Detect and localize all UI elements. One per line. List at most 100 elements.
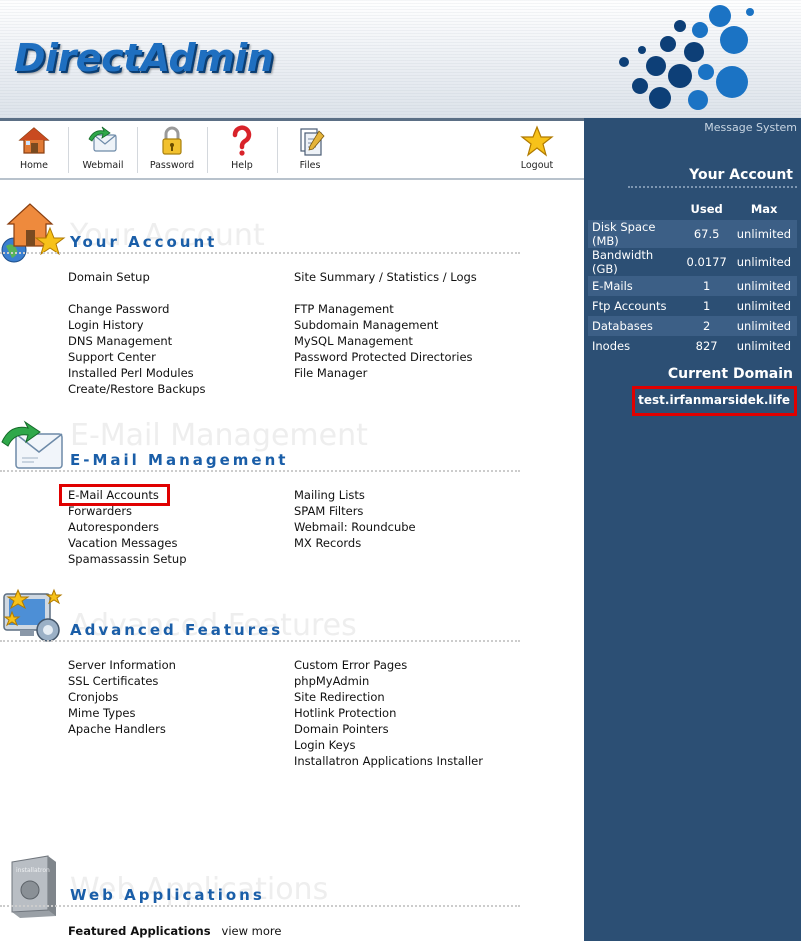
usage-used: 0.0177 (686, 255, 727, 269)
custom-error-pages-link[interactable]: Custom Error Pages (294, 657, 483, 673)
view-more-link[interactable]: view more (222, 924, 282, 938)
usage-label: Disk Space (MB) (588, 220, 682, 248)
webmail-label: Webmail (82, 160, 124, 171)
question-icon (232, 125, 252, 156)
message-system-link[interactable]: Message System (704, 121, 797, 134)
apache-handlers-link[interactable]: Apache Handlers (68, 721, 176, 737)
usage-row: Bandwidth (GB) 0.0177 unlimited (588, 248, 797, 276)
usage-max: unlimited (736, 299, 791, 313)
logout-button[interactable]: Logout (503, 125, 571, 179)
advanced-features-title: Advanced Features (70, 621, 284, 639)
usage-header-row: Used Max (588, 198, 797, 220)
autoresponders-link[interactable]: Autoresponders (68, 519, 187, 535)
advanced-right-links: Custom Error Pages phpMyAdmin Site Redir… (294, 657, 483, 769)
directadmin-logo: DirectAdmin (14, 36, 274, 80)
used-header: Used (690, 202, 723, 216)
usage-max: unlimited (731, 220, 797, 248)
backups-link[interactable]: Create/Restore Backups (68, 381, 206, 397)
featured-applications-row: Featured Applications view more (68, 924, 281, 938)
monitor-tools-icon (3, 588, 63, 642)
your-account-title: Your Account (70, 233, 218, 251)
files-label: Files (299, 160, 321, 171)
star-icon (520, 125, 554, 157)
support-center-link[interactable]: Support Center (68, 349, 206, 365)
home-button[interactable]: Home (0, 125, 68, 179)
section-divider (0, 905, 520, 907)
mime-types-link[interactable]: Mime Types (68, 705, 176, 721)
mysql-management-link[interactable]: MySQL Management (294, 333, 477, 349)
change-password-link[interactable]: Change Password (68, 301, 206, 317)
section-divider (0, 252, 520, 254)
usage-label: Ftp Accounts (592, 299, 667, 313)
usage-used: 2 (682, 316, 732, 336)
installatron-link[interactable]: Installatron Applications Installer (294, 753, 483, 769)
subdomain-management-link[interactable]: Subdomain Management (294, 317, 477, 333)
email-accounts-highlight-box (59, 484, 170, 506)
ssl-certificates-link[interactable]: SSL Certificates (68, 673, 176, 689)
password-label: Password (149, 160, 195, 171)
your-account-left-links: Domain Setup Change Password Login Histo… (68, 269, 206, 397)
your-account-right-links: Site Summary / Statistics / Logs FTP Man… (294, 269, 477, 381)
webmail-button[interactable]: Webmail (69, 125, 137, 179)
mailing-lists-link[interactable]: Mailing Lists (294, 487, 416, 503)
spamassassin-setup-link[interactable]: Spamassassin Setup (68, 551, 187, 567)
usage-label: Bandwidth (GB) (592, 248, 654, 276)
usage-max: unlimited (736, 255, 791, 269)
featured-applications-label: Featured Applications (68, 924, 211, 938)
usage-row: Databases 2 unlimited (588, 316, 797, 336)
phpmyadmin-link[interactable]: phpMyAdmin (294, 673, 483, 689)
installatron-box-text: installatron (16, 867, 50, 874)
link-spacer (294, 285, 477, 301)
ftp-management-link[interactable]: FTP Management (294, 301, 477, 317)
help-button[interactable]: Help (208, 125, 276, 179)
files-button[interactable]: Files (276, 125, 344, 179)
usage-used: 1 (682, 276, 732, 296)
password-protected-dirs-link[interactable]: Password Protected Directories (294, 349, 477, 365)
site-redirection-link[interactable]: Site Redirection (294, 689, 483, 705)
logout-label: Logout (520, 160, 554, 171)
padlock-icon (162, 126, 182, 155)
usage-row: Ftp Accounts 1 unlimited (588, 296, 797, 316)
email-ghost-title: E-Mail Management (70, 418, 368, 453)
usage-label: Inodes (592, 339, 631, 353)
house-globe-icon (1, 203, 66, 263)
email-right-links: Mailing Lists SPAM Filters Webmail: Roun… (294, 487, 416, 551)
usage-max: unlimited (736, 339, 791, 353)
sidebar-your-account-title: Your Account (689, 167, 793, 183)
house-icon (18, 127, 50, 154)
login-history-link[interactable]: Login History (68, 317, 206, 333)
usage-used: 1 (702, 299, 711, 313)
dns-management-link[interactable]: DNS Management (68, 333, 206, 349)
cronjobs-link[interactable]: Cronjobs (68, 689, 176, 705)
current-domain-link[interactable]: test.irfanmarsidek.life (632, 386, 797, 416)
domain-pointers-link[interactable]: Domain Pointers (294, 721, 483, 737)
main-toolbar: Home Webmail Password Help Files Logout (0, 118, 584, 180)
hotlink-protection-link[interactable]: Hotlink Protection (294, 705, 483, 721)
login-keys-link[interactable]: Login Keys (294, 737, 483, 753)
site-summary-link[interactable]: Site Summary / Statistics / Logs (294, 269, 477, 285)
home-label: Home (19, 160, 49, 171)
max-header: Max (750, 202, 778, 216)
usage-used: 827 (695, 339, 718, 353)
usage-row: E-Mails 1 unlimited (588, 276, 797, 296)
section-divider (0, 470, 520, 472)
help-label: Help (231, 160, 253, 171)
usage-max: unlimited (731, 316, 797, 336)
domain-setup-link[interactable]: Domain Setup (68, 269, 206, 285)
installatron-box-icon: installatron (11, 855, 56, 918)
header-banner: DirectAdmin (0, 0, 801, 118)
account-sidebar: Message System Your Account Used Max Dis… (584, 118, 801, 941)
vacation-messages-link[interactable]: Vacation Messages (68, 535, 187, 551)
password-button[interactable]: Password (138, 125, 206, 179)
server-information-link[interactable]: Server Information (68, 657, 176, 673)
spam-filters-link[interactable]: SPAM Filters (294, 503, 416, 519)
usage-label: Databases (588, 316, 682, 336)
current-domain-title: Current Domain (667, 366, 793, 382)
mx-records-link[interactable]: MX Records (294, 535, 416, 551)
webmail-roundcube-link[interactable]: Webmail: Roundcube (294, 519, 416, 535)
perl-modules-link[interactable]: Installed Perl Modules (68, 365, 206, 381)
usage-table: Used Max Disk Space (MB) 67.5 unlimited Ba… (588, 198, 797, 356)
mail-envelope-icon (1, 420, 63, 469)
file-manager-link[interactable]: File Manager (294, 365, 477, 381)
link-spacer (68, 285, 206, 301)
